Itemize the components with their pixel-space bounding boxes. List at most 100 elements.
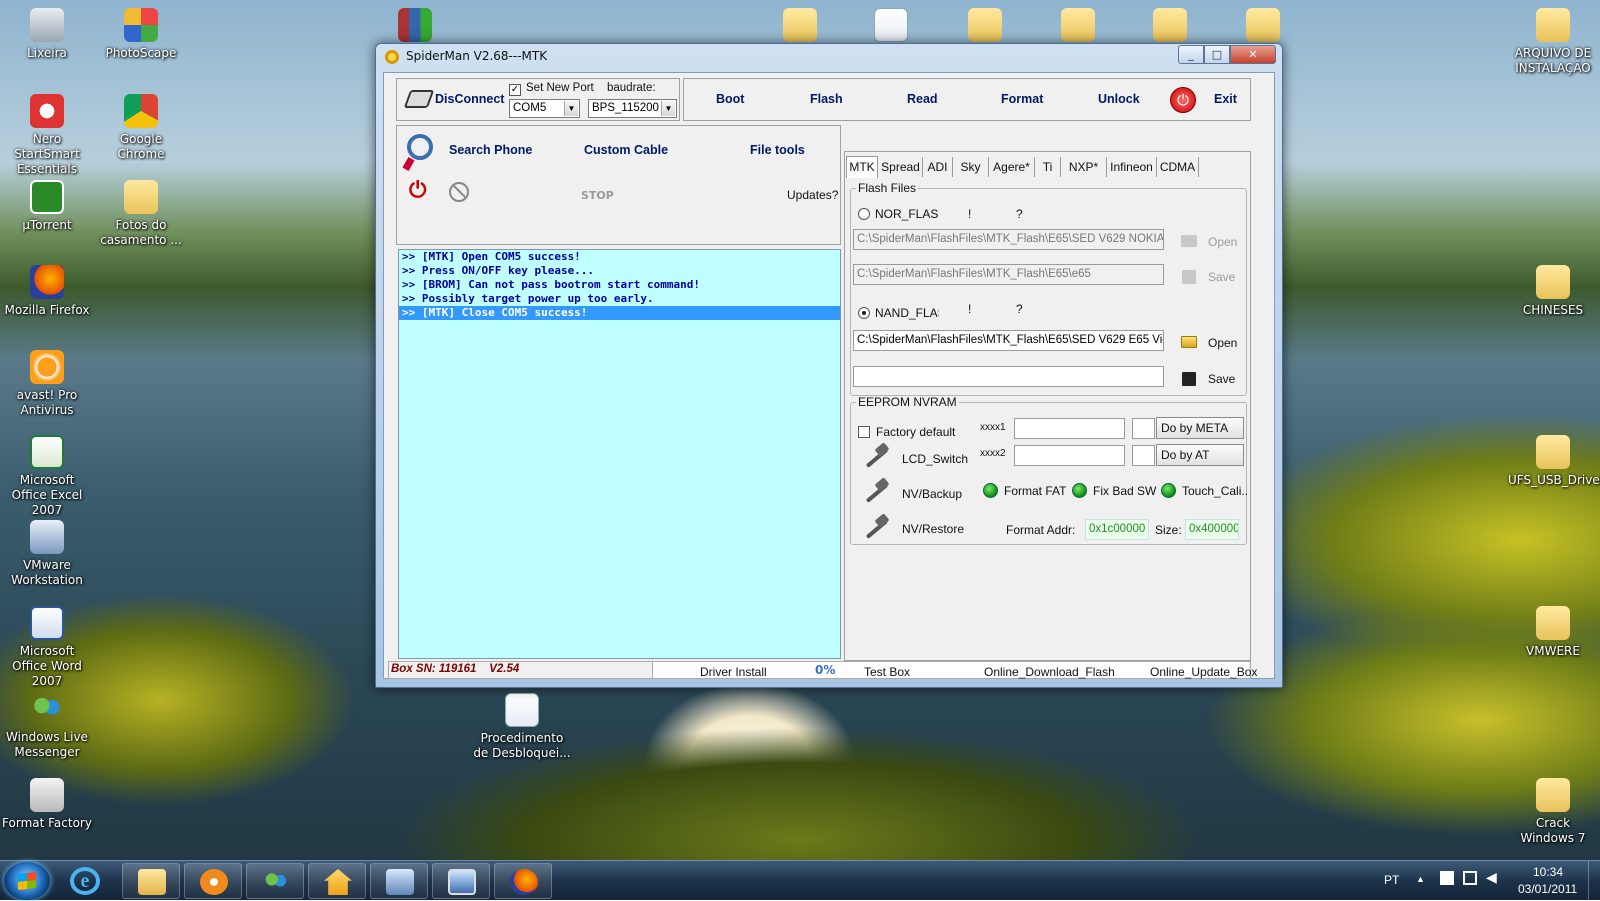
xxxx1-input[interactable] bbox=[1014, 418, 1125, 439]
format-fat-indicator-icon[interactable] bbox=[983, 483, 998, 498]
desktop-icon-messenger[interactable]: Windows Live Messenger bbox=[2, 692, 92, 760]
log-output[interactable]: >> [MTK] Open COM5 success! >> Press ON/… bbox=[398, 249, 841, 659]
start-button[interactable] bbox=[4, 862, 50, 900]
show-desktop-button[interactable] bbox=[1588, 861, 1600, 901]
tab-nxp[interactable]: NXP* bbox=[1061, 157, 1107, 177]
desktop-icon-fotos-folder[interactable]: Fotos do casamento ... bbox=[96, 180, 186, 248]
factory-default-checkbox[interactable] bbox=[858, 426, 870, 438]
do-by-at-button[interactable]: Do by AT bbox=[1156, 444, 1244, 466]
nand-flash-path-1[interactable]: C:\SpiderMan\FlashFiles\MTK_Flash\E65\SE… bbox=[853, 330, 1164, 351]
lcd-switch-button[interactable]: LCD_Switch bbox=[902, 452, 968, 466]
cancel-icon[interactable] bbox=[449, 182, 469, 202]
updates-link[interactable]: Updates? bbox=[787, 188, 838, 202]
nor-flash-info[interactable]: ! bbox=[968, 207, 971, 221]
format-addr-input[interactable]: 0x1c00000 bbox=[1085, 519, 1149, 540]
taskbar-media-player[interactable] bbox=[184, 863, 242, 899]
desktop-icon-word[interactable]: Microsoft Office Word 2007 bbox=[2, 606, 92, 689]
disconnect-button[interactable]: DisConnect bbox=[435, 92, 504, 106]
nand-flash-path-2[interactable] bbox=[853, 366, 1164, 387]
power-icon[interactable]: ⏻ bbox=[409, 180, 431, 202]
format-fat-label[interactable]: Format FAT bbox=[1004, 484, 1066, 498]
show-hidden-icons-icon[interactable]: ▲ bbox=[1416, 874, 1425, 884]
xxxx2-extra-input[interactable] bbox=[1132, 445, 1155, 466]
taskbar-explorer[interactable] bbox=[122, 863, 180, 899]
tab-sky[interactable]: Sky bbox=[953, 157, 989, 177]
online-download-flash-button[interactable]: Online_Download_Flash bbox=[984, 665, 1115, 679]
title-bar[interactable]: SpiderMan V2.68---MTK _ □ ✕ bbox=[376, 44, 1282, 69]
close-button[interactable]: ✕ bbox=[1230, 45, 1276, 64]
desktop-icon-format-factory[interactable]: Format Factory bbox=[2, 778, 92, 831]
desktop-icon-avast[interactable]: avast! Pro Antivirus bbox=[2, 350, 92, 418]
xxxx2-input[interactable] bbox=[1014, 445, 1125, 466]
desktop-icon-vmware[interactable]: VMware Workstation bbox=[2, 520, 92, 588]
xxxx1-extra-input[interactable] bbox=[1132, 418, 1155, 439]
nor-open-button[interactable]: Open bbox=[1208, 235, 1237, 249]
desktop-icon-folder-top-5[interactable] bbox=[1135, 8, 1205, 46]
fix-bad-sw-indicator-icon[interactable] bbox=[1072, 483, 1087, 498]
format-button[interactable]: Format bbox=[1001, 92, 1043, 106]
size-input[interactable]: 0x400000 bbox=[1185, 519, 1239, 540]
stop-button[interactable]: STOP bbox=[581, 189, 614, 202]
tab-infineon[interactable]: Infineon bbox=[1107, 157, 1157, 177]
tab-agere[interactable]: Agere* bbox=[989, 157, 1035, 177]
nand-save-button[interactable]: Save bbox=[1208, 372, 1235, 386]
fix-bad-sw-label[interactable]: Fix Bad SW bbox=[1093, 484, 1156, 498]
tab-mtk[interactable]: MTK bbox=[846, 156, 878, 178]
internet-explorer-icon[interactable]: e bbox=[70, 867, 100, 895]
nv-backup-button[interactable]: NV/Backup bbox=[902, 487, 962, 501]
desktop-icon-ufs-usb-driver[interactable]: UFS_USB_Driver bbox=[1508, 435, 1600, 488]
taskbar-firefox[interactable] bbox=[494, 863, 552, 899]
driver-install-button[interactable]: Driver Install bbox=[700, 665, 767, 679]
desktop-icon-arquivo-instalacao[interactable]: ARQUIVO DE INSTALAÇÃO bbox=[1508, 8, 1598, 76]
language-indicator[interactable]: PT bbox=[1384, 873, 1399, 887]
desktop-icon-nero[interactable]: Nero StartSmart Essentials bbox=[2, 94, 92, 177]
action-center-flag-icon[interactable] bbox=[1440, 871, 1454, 885]
minimize-button[interactable]: _ bbox=[1178, 45, 1204, 64]
touch-cali-label[interactable]: Touch_Cali.. bbox=[1182, 484, 1248, 498]
desktop-icon-winrar[interactable] bbox=[380, 8, 450, 46]
power-icon[interactable]: ⏻ bbox=[1170, 87, 1196, 113]
desktop-icon-folder-top-3[interactable] bbox=[950, 8, 1020, 46]
desktop-icon-folder-top-6[interactable] bbox=[1228, 8, 1298, 46]
clock-date[interactable]: 03/01/2011 bbox=[1518, 882, 1577, 896]
nor-flash-path-2[interactable]: C:\SpiderMan\FlashFiles\MTK_Flash\E65\e6… bbox=[853, 264, 1164, 285]
maximize-button[interactable]: □ bbox=[1204, 45, 1230, 64]
desktop-icon-chrome[interactable]: Google Chrome bbox=[96, 94, 186, 162]
online-update-box-button[interactable]: Online_Update_Box bbox=[1150, 665, 1257, 679]
desktop-icon-photoscape[interactable]: PhotoScape bbox=[96, 8, 186, 61]
desktop-icon-chineses[interactable]: CHINESES bbox=[1508, 265, 1598, 318]
desktop-icon-firefox[interactable]: Mozilla Firefox bbox=[2, 265, 92, 318]
set-new-port-checkbox[interactable]: ✓ bbox=[509, 84, 521, 96]
desktop-icon-recycle-bin[interactable]: Lixeira bbox=[2, 8, 92, 61]
tab-ti[interactable]: Ti bbox=[1035, 157, 1061, 177]
custom-cable-button[interactable]: Custom Cable bbox=[584, 143, 668, 157]
desktop-icon-utorrent[interactable]: µTorrent bbox=[2, 180, 92, 233]
nand-flash-radio[interactable] bbox=[858, 307, 870, 319]
desktop-icon-procedimento[interactable]: Procedimento de Desbloquei... bbox=[472, 693, 572, 761]
desktop-icon-excel[interactable]: Microsoft Office Excel 2007 bbox=[2, 435, 92, 518]
taskbar-remote-desktop[interactable] bbox=[432, 863, 490, 899]
read-button[interactable]: Read bbox=[907, 92, 938, 106]
nand-flash-info[interactable]: ! bbox=[968, 302, 971, 316]
desktop-icon-folder-top-1[interactable] bbox=[765, 8, 835, 46]
file-tools-button[interactable]: File tools bbox=[750, 143, 805, 157]
nor-flash-help[interactable]: ? bbox=[1016, 207, 1023, 221]
clock-time[interactable]: 10:34 bbox=[1533, 865, 1563, 879]
search-phone-button[interactable]: Search Phone bbox=[449, 143, 532, 157]
desktop-icon-folder-top-4[interactable] bbox=[1043, 8, 1113, 46]
network-icon[interactable] bbox=[1463, 871, 1477, 885]
flash-button[interactable]: Flash bbox=[810, 92, 843, 106]
nor-flash-radio[interactable] bbox=[858, 208, 870, 220]
boot-button[interactable]: Boot bbox=[716, 92, 744, 106]
test-box-button[interactable]: Test Box bbox=[864, 665, 910, 679]
volume-icon[interactable]: ◀ bbox=[1486, 869, 1497, 886]
tab-cdma[interactable]: CDMA bbox=[1157, 157, 1199, 177]
nand-flash-help[interactable]: ? bbox=[1016, 302, 1023, 316]
desktop-icon-crack-windows[interactable]: Crack Windows 7 bbox=[1508, 778, 1598, 846]
do-by-meta-button[interactable]: Do by META bbox=[1156, 417, 1244, 439]
unlock-button[interactable]: Unlock bbox=[1098, 92, 1140, 106]
nor-save-button[interactable]: Save bbox=[1208, 270, 1235, 284]
com-port-select[interactable]: COM5 ▼ bbox=[509, 99, 580, 118]
taskbar-home[interactable] bbox=[308, 863, 366, 899]
nor-flash-path-1[interactable]: C:\SpiderMan\FlashFiles\MTK_Flash\E65\SE… bbox=[853, 229, 1164, 250]
